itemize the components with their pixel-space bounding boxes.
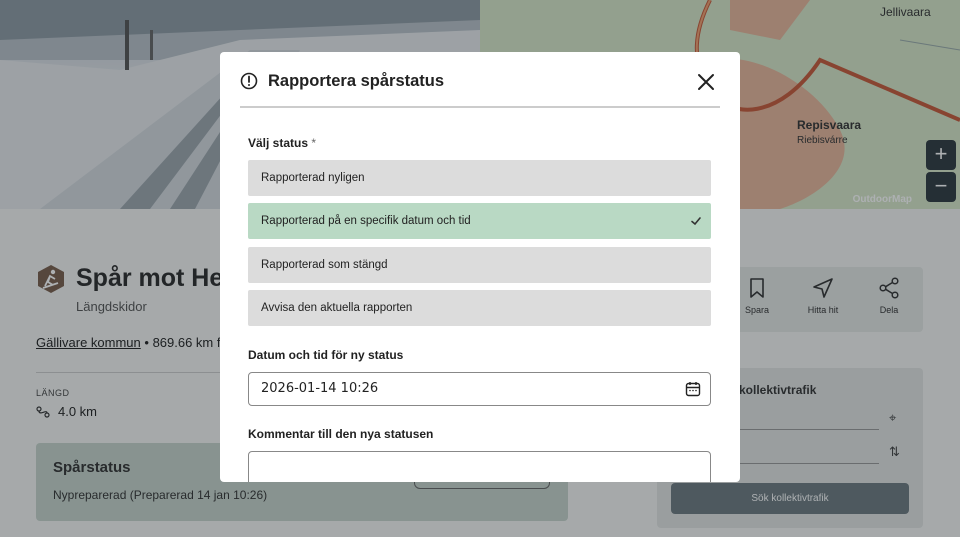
status-option-closed[interactable]: Rapporterad som stängd (248, 247, 711, 283)
check-icon (691, 217, 701, 226)
calendar-icon[interactable] (685, 381, 701, 397)
status-option-specific-datetime[interactable]: Rapporterad på en specifik datum och tid (248, 203, 711, 239)
close-icon[interactable] (696, 72, 716, 92)
datetime-label: Datum och tid för ny status (248, 348, 404, 362)
status-option-label: Avvisa den aktuella rapporten (261, 302, 413, 314)
status-option-label: Rapporterad på en specifik datum och tid (261, 215, 471, 227)
datetime-input[interactable]: 2026-01-14 10:26 (248, 372, 711, 406)
required-mark: * (311, 136, 317, 150)
comment-label: Kommentar till den nya statusen (248, 427, 434, 441)
status-option-reject[interactable]: Avvisa den aktuella rapporten (248, 290, 711, 326)
datetime-value: 2026-01-14 10:26 (261, 381, 379, 396)
dialog-header: Rapportera spårstatus (240, 70, 720, 108)
status-label: Välj status * (248, 136, 316, 150)
report-status-dialog: Rapportera spårstatus Välj status * Rapp… (220, 52, 740, 482)
alert-circle-icon (240, 72, 258, 90)
status-option-label: Rapporterad som stängd (261, 259, 388, 271)
dialog-title: Rapportera spårstatus (268, 72, 445, 90)
comment-textarea[interactable] (248, 451, 711, 482)
status-label-text: Välj status (248, 136, 309, 150)
status-option-label: Rapporterad nyligen (261, 172, 365, 184)
status-option-recent[interactable]: Rapporterad nyligen (248, 160, 711, 196)
